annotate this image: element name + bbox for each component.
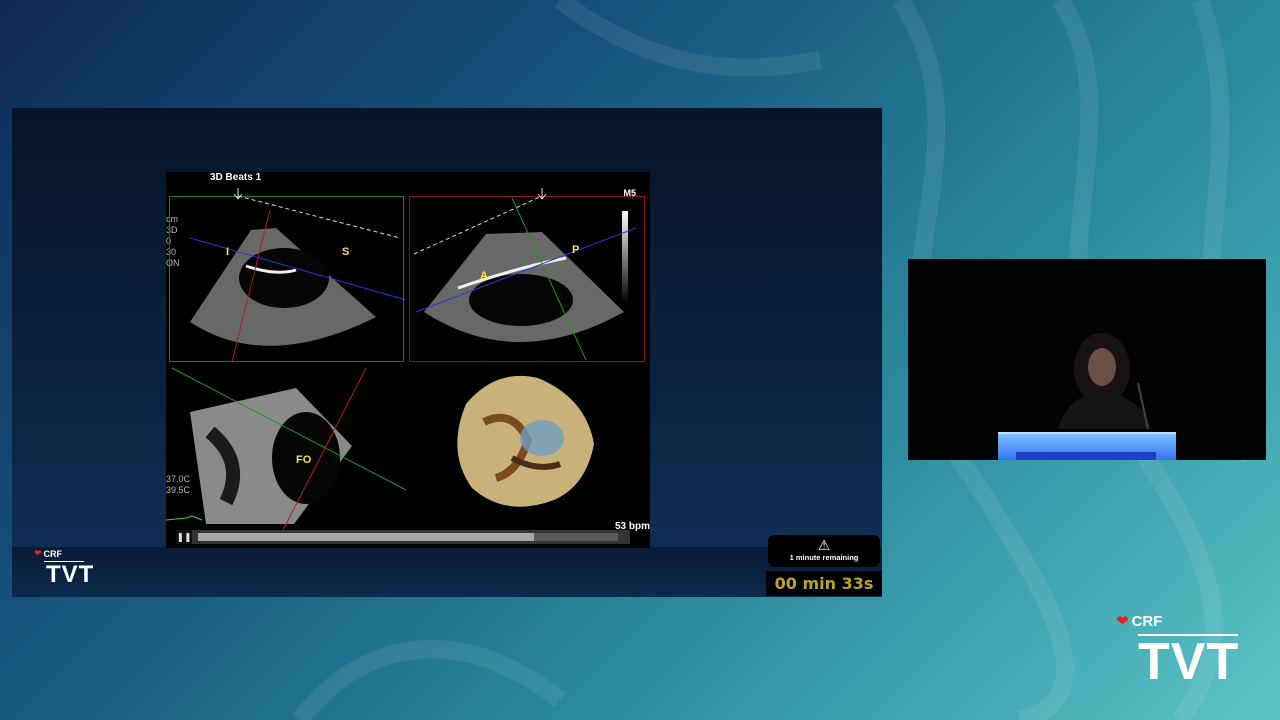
- tvt-text: TVT: [46, 561, 95, 588]
- tvt-text-large: TVT: [1138, 633, 1240, 691]
- speaker-figure: [1058, 333, 1152, 430]
- label-fo: FO: [296, 454, 312, 466]
- crf-tvt-logo-large: ❤ CRF TVT: [1116, 612, 1240, 691]
- presentation-slide: 3D Beats 1 M5 cm 3D 0 30 ON 37.0C 39.5C: [12, 108, 882, 597]
- crf-tvt-logo-small: ❤ CRF TVT: [34, 548, 94, 587]
- pause-icon[interactable]: ❚❚: [176, 530, 192, 544]
- echo-video-viewer[interactable]: 3D Beats 1 M5 cm 3D 0 30 ON 37.0C 39.5C: [166, 172, 650, 548]
- time-warning-message: 1 minute remaining: [789, 553, 859, 562]
- echo-images: [166, 188, 637, 533]
- label-s: S: [342, 246, 350, 258]
- podium: [998, 432, 1176, 460]
- heart-icon: ❤: [34, 548, 42, 558]
- countdown-timer: 00 min 33s: [766, 571, 882, 596]
- time-warning-box: ⚠ 1 minute remaining: [768, 535, 880, 567]
- video-progress-bar[interactable]: ❚❚: [176, 530, 630, 544]
- progress-fill: [198, 533, 534, 541]
- crf-text-large: CRF: [1131, 612, 1163, 630]
- heart-icon: ❤: [1116, 613, 1129, 630]
- speaker-video-feed: [908, 259, 1266, 460]
- warning-triangle-icon: ⚠: [817, 537, 831, 553]
- progress-track[interactable]: [198, 533, 618, 541]
- label-p: P: [572, 244, 580, 256]
- slide-footer-band: [12, 547, 882, 597]
- label-a: A: [480, 270, 488, 282]
- label-i: I: [226, 246, 230, 258]
- crf-text: CRF: [43, 548, 63, 559]
